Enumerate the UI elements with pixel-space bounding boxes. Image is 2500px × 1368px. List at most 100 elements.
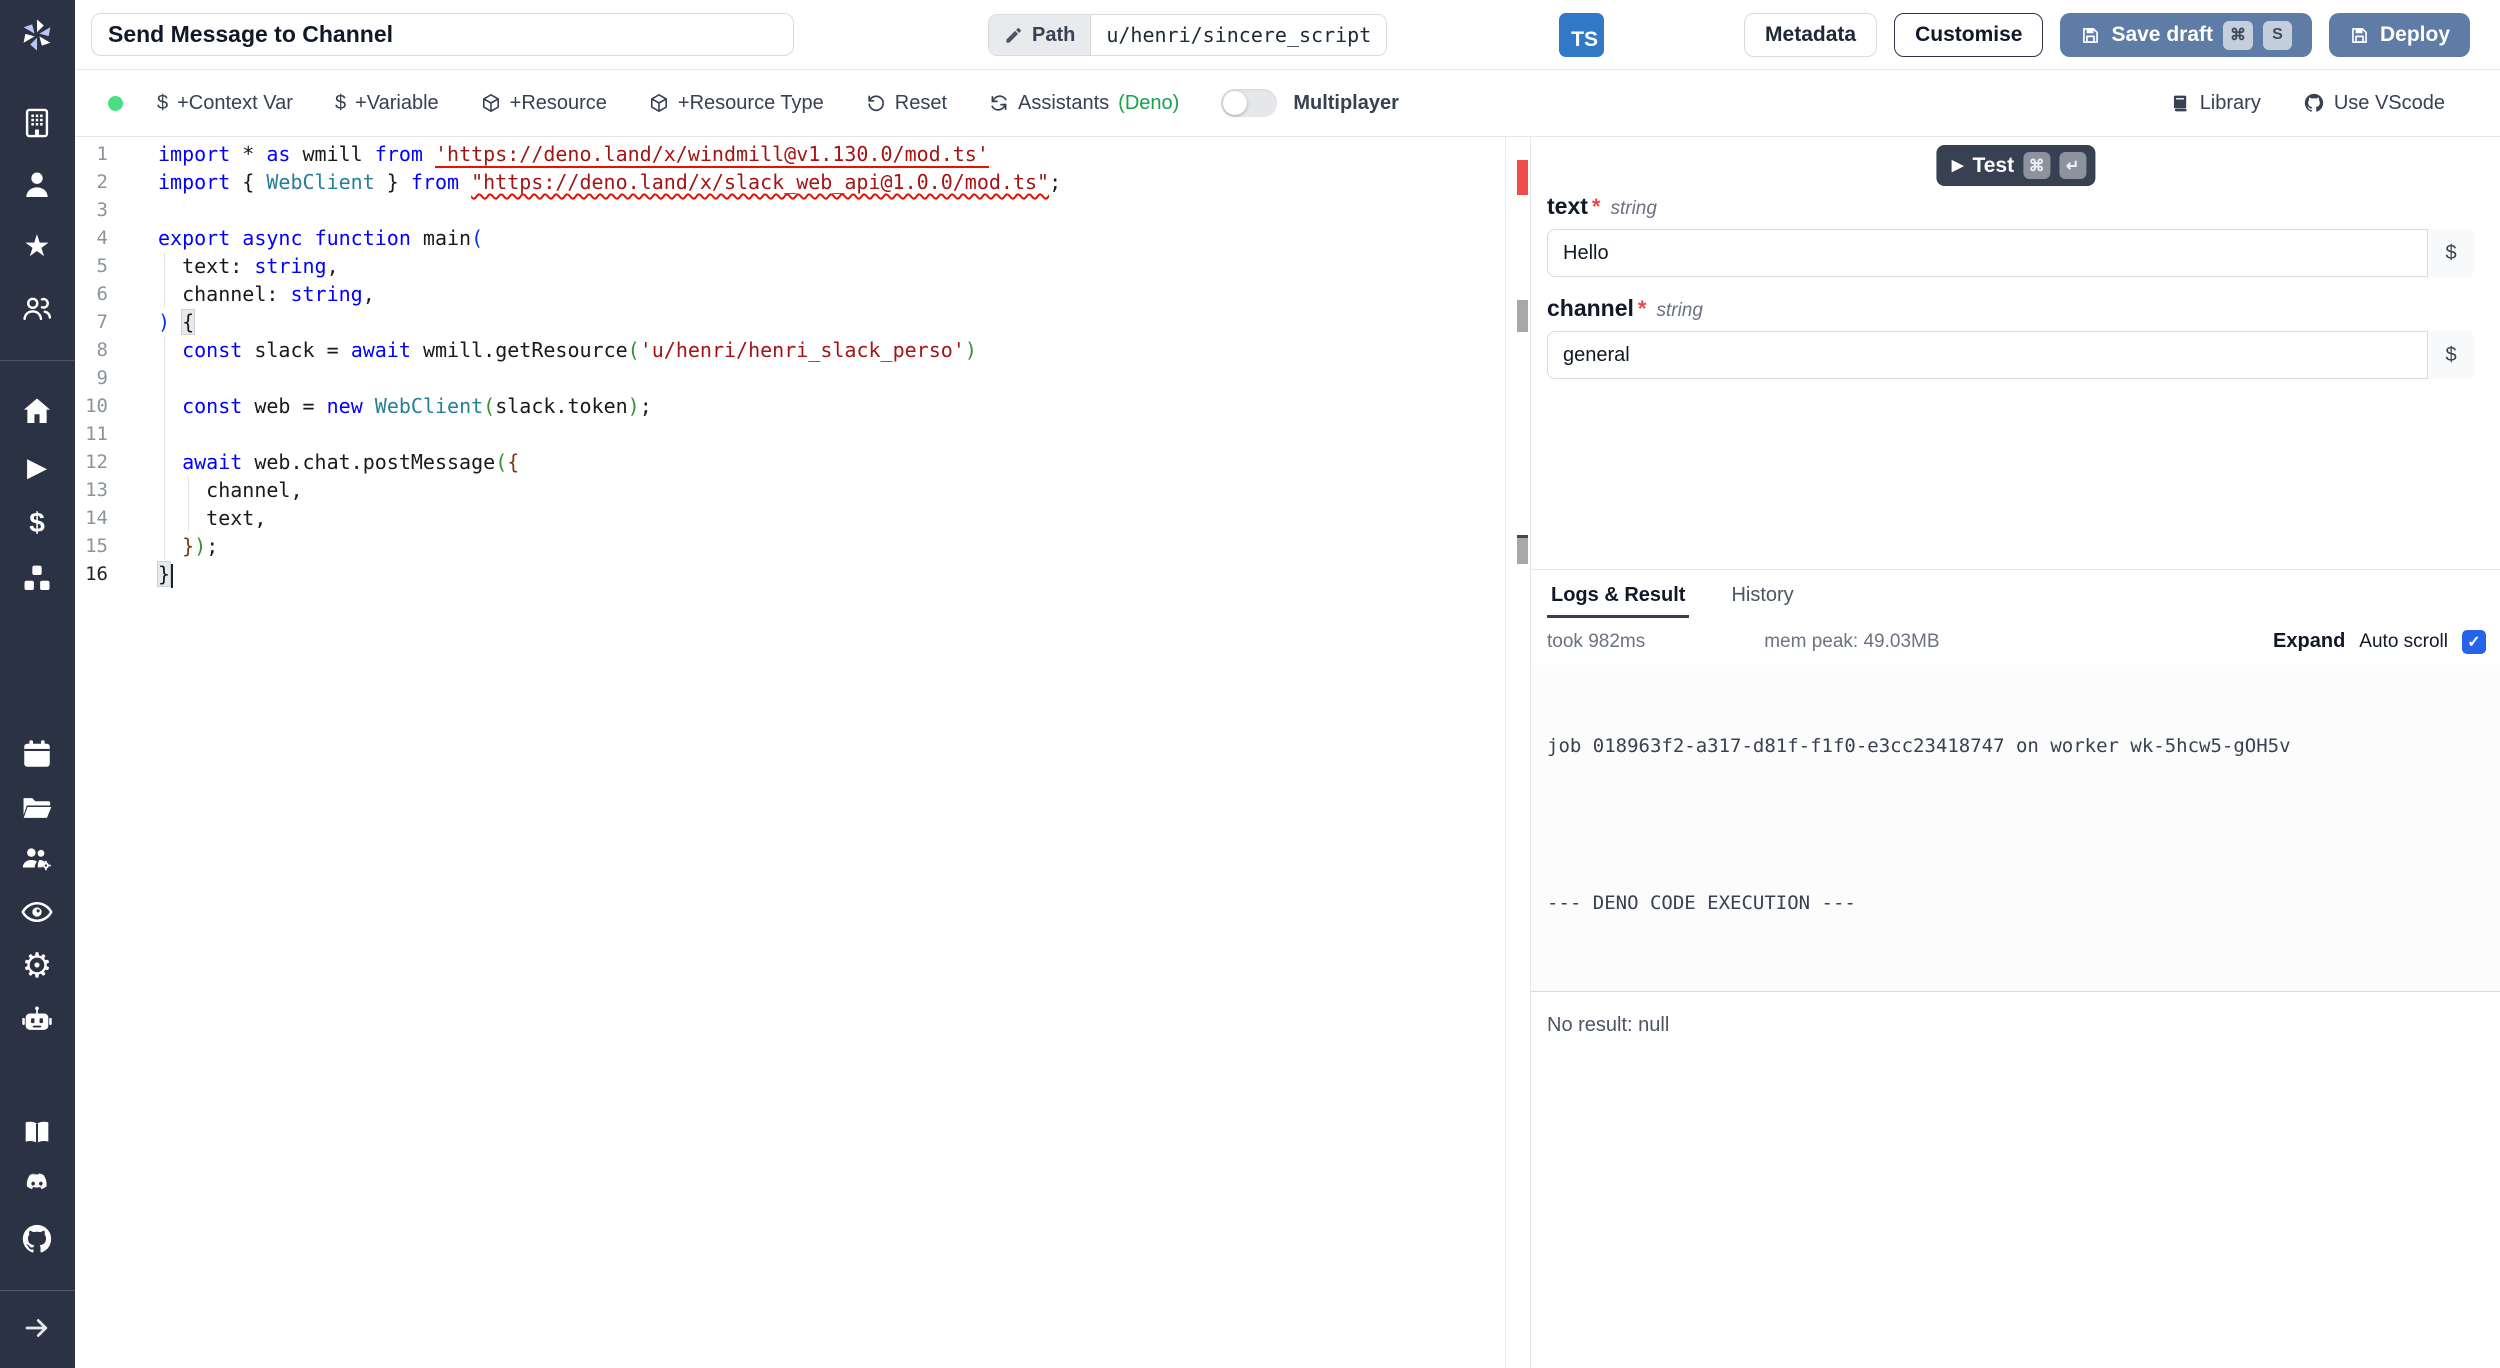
path-value: u/henri/sincere_script xyxy=(1091,15,1387,55)
code-line: const web = new WebClient(slack.token); xyxy=(182,394,652,418)
multiplayer-label: Multiplayer xyxy=(1293,91,1399,114)
pencil-icon xyxy=(1004,26,1023,45)
audit-eye-icon[interactable] xyxy=(15,890,59,934)
code-line: ) { xyxy=(158,309,196,335)
duration-text: took 982ms xyxy=(1547,630,1646,652)
add-context-var-button[interactable]: $ +Context Var xyxy=(157,92,293,115)
required-asterisk: * xyxy=(1637,296,1647,321)
save-icon xyxy=(2349,25,2370,46)
insert-variable-button[interactable]: $ xyxy=(2427,229,2474,277)
code-line: const slack = await wmill.getResource('u… xyxy=(182,338,977,362)
star-icon[interactable]: ★ xyxy=(15,225,59,269)
editor-scrollbar[interactable] xyxy=(1505,137,1530,1368)
log-line: --- DENO CODE EXECUTION --- xyxy=(1547,892,1856,914)
code-line: await web.chat.postMessage({ xyxy=(182,450,520,474)
editor-toolbar: $ +Context Var $ +Variable +Resource +Re… xyxy=(75,70,2500,137)
multiplayer-toggle[interactable] xyxy=(1221,89,1278,117)
autoscroll-checkbox[interactable]: ✓ xyxy=(2462,629,2486,654)
test-button[interactable]: ▶ Test ⌘ ↵ xyxy=(1935,145,2096,186)
log-line: job 018963f2-a317-d81f-f1f0-e3cc23418747… xyxy=(1547,735,2291,757)
status-dot xyxy=(108,95,123,111)
sidebar: ★ ▶ $ ⚙ xyxy=(0,0,75,1368)
text-cursor xyxy=(171,563,174,588)
dollar-icon: $ xyxy=(157,91,169,114)
github-icon xyxy=(2303,92,2325,114)
code-editor[interactable]: 1 import * as wmill from 'https://deno.la… xyxy=(75,137,1530,1368)
code-line: } xyxy=(75,560,1505,588)
add-resource-type-button[interactable]: +Resource Type xyxy=(649,92,824,115)
result-output: No result: null xyxy=(1531,992,2500,1368)
team-icon[interactable] xyxy=(15,287,59,331)
field-text: text * string $ xyxy=(1547,193,2474,277)
user-icon[interactable] xyxy=(15,163,59,207)
code-line: }); xyxy=(182,534,219,558)
building-icon[interactable] xyxy=(15,101,59,145)
cube-icon xyxy=(481,93,501,113)
folders-icon[interactable] xyxy=(15,786,59,830)
field-channel: channel * string $ xyxy=(1547,295,2474,379)
save-draft-button[interactable]: Save draft ⌘ S xyxy=(2060,13,2312,57)
required-asterisk: * xyxy=(1591,194,1601,219)
workers-robot-icon[interactable] xyxy=(15,998,59,1042)
play-icon: ▶ xyxy=(1951,157,1964,174)
tab-history[interactable]: History xyxy=(1727,584,1797,618)
cmd-key-badge: ⌘ xyxy=(2023,152,2051,179)
highlight-marker xyxy=(1517,300,1528,332)
dollar-icon: $ xyxy=(334,91,347,114)
discord-icon[interactable] xyxy=(15,1162,59,1206)
library-button[interactable]: Library xyxy=(2170,92,2261,115)
tab-logs-result[interactable]: Logs & Result xyxy=(1547,584,1690,618)
variables-dollar-icon[interactable]: $ xyxy=(15,501,59,545)
insert-variable-button[interactable]: $ xyxy=(2427,331,2474,379)
runs-play-icon[interactable]: ▶ xyxy=(15,445,59,489)
error-marker xyxy=(1517,160,1528,195)
github-icon[interactable] xyxy=(15,1217,59,1261)
channel-arg-input[interactable] xyxy=(1547,331,2474,379)
cube-icon xyxy=(649,93,669,113)
code-line: import { WebClient } from "https://deno.… xyxy=(158,170,1062,194)
run-meta-row: took 982ms mem peak: 49.03MB Expand Auto… xyxy=(1531,618,2500,665)
text-arg-input[interactable] xyxy=(1547,229,2474,277)
top-bar: Path u/henri/sincere_script TS Metadata … xyxy=(75,0,2500,70)
code-line: text: string, xyxy=(158,254,339,278)
refresh-icon xyxy=(989,93,1009,113)
code-line: channel, xyxy=(158,478,303,502)
typescript-badge: TS xyxy=(1559,13,1604,57)
save-icon xyxy=(2080,25,2101,46)
docs-book-icon[interactable] xyxy=(15,1110,59,1154)
expand-button[interactable]: Expand xyxy=(2273,630,2345,653)
windmill-logo-icon[interactable] xyxy=(15,13,59,57)
code-line: import * as wmill from 'https://deno.lan… xyxy=(158,142,989,168)
add-variable-button[interactable]: $ +Variable xyxy=(335,92,439,115)
check-icon: ✓ xyxy=(2467,633,2481,651)
settings-gear-icon[interactable]: ⚙ xyxy=(15,944,59,988)
result-tabs: Logs & Result History xyxy=(1531,570,2500,618)
preview-panel: ▶ Test ⌘ ↵ text * string $ channel xyxy=(1530,137,2500,1368)
use-vscode-button[interactable]: Use VScode xyxy=(2303,92,2445,115)
schedules-calendar-icon[interactable] xyxy=(15,732,59,776)
path-editor[interactable]: Path u/henri/sincere_script xyxy=(988,14,1388,56)
path-label: Path xyxy=(1032,23,1076,46)
metadata-button[interactable]: Metadata xyxy=(1744,13,1878,57)
code-line: channel: string, xyxy=(158,282,375,306)
library-book-icon xyxy=(2170,93,2191,114)
logs-output: job 018963f2-a317-d81f-f1f0-e3cc23418747… xyxy=(1531,665,2500,992)
resources-cubes-icon[interactable] xyxy=(15,557,59,601)
add-resource-button[interactable]: +Resource xyxy=(481,92,607,115)
home-icon[interactable] xyxy=(15,389,59,433)
code-line: export async function main( xyxy=(158,226,484,250)
mem-peak-text: mem peak: 49.03MB xyxy=(1764,630,1940,652)
cmd-key-badge: ⌘ xyxy=(2222,20,2253,50)
s-key-badge: S xyxy=(2262,20,2292,50)
deploy-button[interactable]: Deploy xyxy=(2328,13,2470,57)
collapse-arrow-icon[interactable] xyxy=(15,1306,59,1350)
assistants-button[interactable]: Assistants (Deno) xyxy=(989,92,1179,115)
groups-users-gear-icon[interactable] xyxy=(15,837,59,881)
reset-button[interactable]: Reset xyxy=(866,92,947,115)
assistants-language: (Deno) xyxy=(1118,91,1180,114)
script-title-input[interactable] xyxy=(91,13,794,56)
customise-button[interactable]: Customise xyxy=(1894,13,2044,57)
